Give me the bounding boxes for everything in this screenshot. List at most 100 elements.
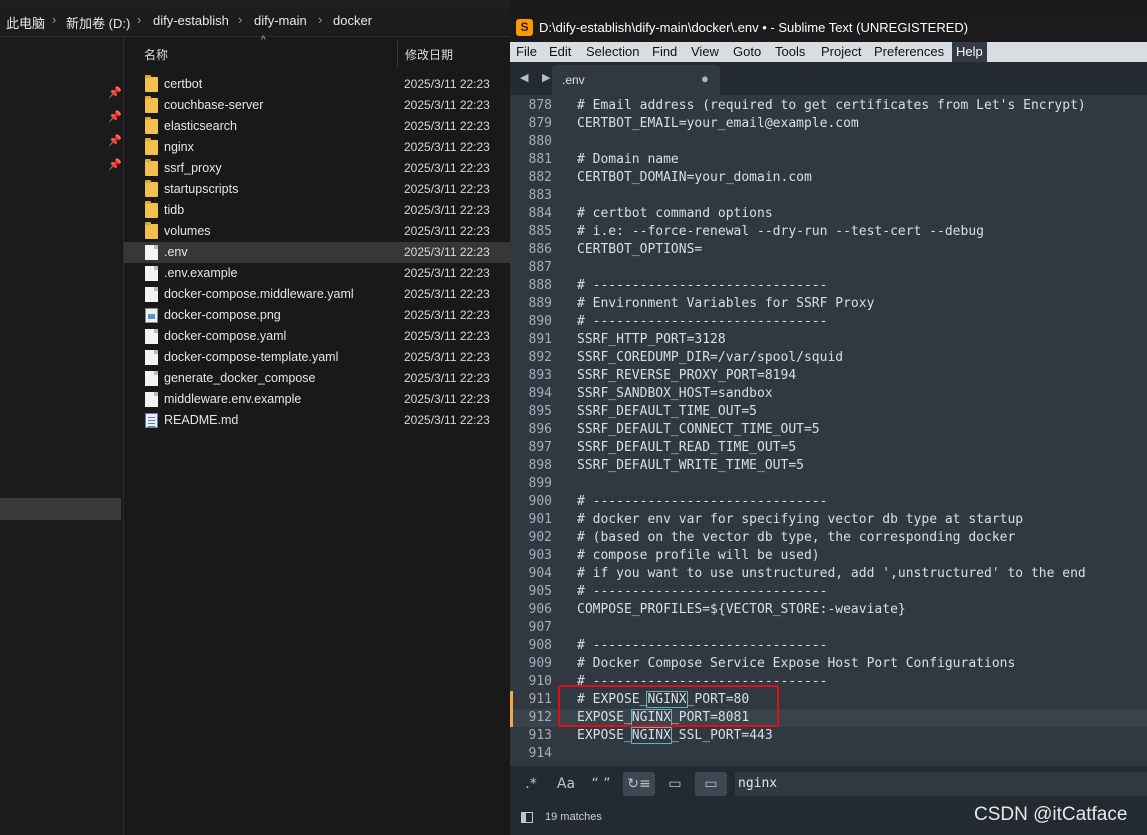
code-line[interactable]: 879 CERTBOT_EMAIL=your_email@example.com (510, 115, 1147, 133)
code-line[interactable]: 908 # ------------------------------ (510, 637, 1147, 655)
code-line[interactable]: 880 (510, 133, 1147, 151)
find-input[interactable]: nginx (735, 772, 1147, 796)
code-line[interactable]: 890 # ------------------------------ (510, 313, 1147, 331)
file-row[interactable]: README.md 2025/3/11 22:23 (124, 410, 510, 431)
code-line[interactable]: 878 # Email address (required to get cert… (510, 97, 1147, 115)
folder-row[interactable]: tidb 2025/3/11 22:23 (124, 200, 510, 221)
column-date-header[interactable]: 修改日期 (405, 46, 453, 63)
folder-icon (145, 180, 158, 197)
code-line[interactable]: 885 # i.e: --force-renewal --dry-run --te… (510, 223, 1147, 241)
file-row[interactable]: docker-compose.yaml 2025/3/11 22:23 (124, 326, 510, 347)
code-line[interactable]: 906 COMPOSE_PROFILES=${VECTOR_STORE:-weav… (510, 601, 1147, 619)
code-line[interactable]: 900 # ------------------------------ (510, 493, 1147, 511)
code-line[interactable]: 913 EXPOSE_NGINX_SSL_PORT=443 (510, 727, 1147, 745)
code-line[interactable]: 892 SSRF_COREDUMP_DIR=/var/spool/squid (510, 349, 1147, 367)
code-line[interactable]: 895 SSRF_DEFAULT_TIME_OUT=5 (510, 403, 1147, 421)
menu-help[interactable]: Help (952, 42, 987, 62)
menu-preferences[interactable]: Preferences (874, 44, 944, 59)
code-line[interactable]: 902 # (based on the vector db type, the c… (510, 529, 1147, 547)
code-line[interactable]: 898 SSRF_DEFAULT_WRITE_TIME_OUT=5 (510, 457, 1147, 475)
pin-icon[interactable]: 📌 (108, 134, 122, 148)
folder-row[interactable]: couchbase-server 2025/3/11 22:23 (124, 95, 510, 116)
pin-icon[interactable]: 📌 (108, 158, 122, 172)
code-line[interactable]: 881 # Domain name (510, 151, 1147, 169)
pin-icon[interactable]: 📌 (108, 86, 122, 100)
highlight-matches-toggle[interactable]: ▭ (695, 772, 727, 796)
code-line[interactable]: 897 SSRF_DEFAULT_READ_TIME_OUT=5 (510, 439, 1147, 457)
breadcrumb-chevron-icon[interactable]: › (137, 12, 141, 27)
code-line[interactable]: 888 # ------------------------------ (510, 277, 1147, 295)
breadcrumb-dify-establish[interactable]: dify-establish (153, 13, 229, 28)
menu-goto[interactable]: Goto (733, 44, 761, 59)
nav-pane-selected-item[interactable] (0, 498, 121, 520)
file-row[interactable]: docker-compose.middleware.yaml 2025/3/11 … (124, 284, 510, 305)
code-line[interactable]: 883 (510, 187, 1147, 205)
tab-env[interactable]: .env ● (552, 65, 720, 95)
regex-toggle[interactable]: .* (518, 772, 544, 796)
code-line[interactable]: 893 SSRF_REVERSE_PROXY_PORT=8194 (510, 367, 1147, 385)
code-line[interactable]: 891 SSRF_HTTP_PORT=3128 (510, 331, 1147, 349)
file-date-modified: 2025/3/11 22:23 (404, 245, 490, 259)
folder-row[interactable]: startupscripts 2025/3/11 22:23 (124, 179, 510, 200)
code-line[interactable]: 882 CERTBOT_DOMAIN=your_domain.com (510, 169, 1147, 187)
folder-row[interactable]: certbot 2025/3/11 22:23 (124, 74, 510, 95)
file-name: certbot (164, 77, 203, 91)
title-bar[interactable]: S D:\dify-establish\dify-main\docker\.en… (510, 14, 1147, 42)
breadcrumb-chevron-icon[interactable]: › (52, 12, 56, 27)
column-name-header[interactable]: 名称 (144, 46, 168, 63)
folder-row[interactable]: ssrf_proxy 2025/3/11 22:23 (124, 158, 510, 179)
folder-row[interactable]: elasticsearch 2025/3/11 22:23 (124, 116, 510, 137)
menu-project[interactable]: Project (821, 44, 861, 59)
code-editor[interactable]: 878 # Email address (required to get cert… (510, 95, 1147, 766)
menu-view[interactable]: View (691, 44, 719, 59)
code-line[interactable]: 905 # ------------------------------ (510, 583, 1147, 601)
code-line[interactable]: 914 (510, 745, 1147, 763)
menu-tools[interactable]: Tools (775, 44, 805, 59)
menu-file[interactable]: File (516, 44, 537, 59)
breadcrumb-chevron-icon[interactable]: › (238, 12, 242, 27)
sidebar-toggle-icon[interactable] (521, 812, 533, 823)
code-line[interactable]: 904 # if you want to use unstructured, ad… (510, 565, 1147, 583)
column-resize-handle[interactable] (397, 41, 398, 67)
file-row[interactable]: .env 2025/3/11 22:23 (124, 242, 510, 263)
line-number: 906 (528, 602, 552, 617)
line-text: COMPOSE_PROFILES=${VECTOR_STORE:-weaviat… (577, 602, 906, 617)
unsaved-dot-icon[interactable]: ● (701, 71, 709, 86)
case-sensitive-toggle[interactable]: Aa (553, 772, 579, 796)
breadcrumb-chevron-icon[interactable]: › (318, 12, 322, 27)
tab-nav-arrows-icon[interactable]: ◀ ▶ (520, 71, 555, 84)
code-line[interactable]: 909 # Docker Compose Service Expose Host … (510, 655, 1147, 673)
file-name: docker-compose.yaml (164, 329, 287, 343)
breadcrumb-docker[interactable]: docker (333, 13, 372, 28)
whole-word-toggle[interactable]: “ ” (588, 772, 614, 796)
breadcrumb-dify-main[interactable]: dify-main (254, 13, 307, 28)
code-line[interactable]: 887 (510, 259, 1147, 277)
code-line[interactable]: 907 (510, 619, 1147, 637)
menu-find[interactable]: Find (652, 44, 677, 59)
folder-row[interactable]: volumes 2025/3/11 22:23 (124, 221, 510, 242)
menu-selection[interactable]: Selection (586, 44, 639, 59)
code-line[interactable]: 899 (510, 475, 1147, 493)
pin-icon[interactable]: 📌 (108, 110, 122, 124)
file-row[interactable]: docker-compose.png 2025/3/11 22:23 (124, 305, 510, 326)
folder-row[interactable]: nginx 2025/3/11 22:23 (124, 137, 510, 158)
breadcrumb-this-pc[interactable]: 此电脑 (6, 13, 45, 32)
code-line[interactable]: 901 # docker env var for specifying vecto… (510, 511, 1147, 529)
file-row[interactable]: generate_docker_compose 2025/3/11 22:23 (124, 368, 510, 389)
code-line[interactable]: 894 SSRF_SANDBOX_HOST=sandbox (510, 385, 1147, 403)
file-row[interactable]: middleware.env.example 2025/3/11 22:23 (124, 389, 510, 410)
code-line[interactable]: 884 # certbot command options (510, 205, 1147, 223)
in-selection-toggle[interactable]: ▭ (661, 772, 689, 796)
image-file-icon (145, 308, 158, 323)
breadcrumb-drive-d[interactable]: 新加卷 (D:) (66, 13, 130, 32)
code-line[interactable]: 903 # compose profile will be used) (510, 547, 1147, 565)
code-line[interactable]: 889 # Environment Variables for SSRF Prox… (510, 295, 1147, 313)
file-date-modified: 2025/3/11 22:23 (404, 308, 490, 322)
code-line[interactable]: 886 CERTBOT_OPTIONS= (510, 241, 1147, 259)
file-row[interactable]: docker-compose-template.yaml 2025/3/11 22… (124, 347, 510, 368)
file-row[interactable]: .env.example 2025/3/11 22:23 (124, 263, 510, 284)
menu-edit[interactable]: Edit (549, 44, 571, 59)
wrap-toggle[interactable]: ↻≡ (623, 772, 655, 796)
code-line[interactable]: 896 SSRF_DEFAULT_CONNECT_TIME_OUT=5 (510, 421, 1147, 439)
file-icon (145, 266, 158, 281)
